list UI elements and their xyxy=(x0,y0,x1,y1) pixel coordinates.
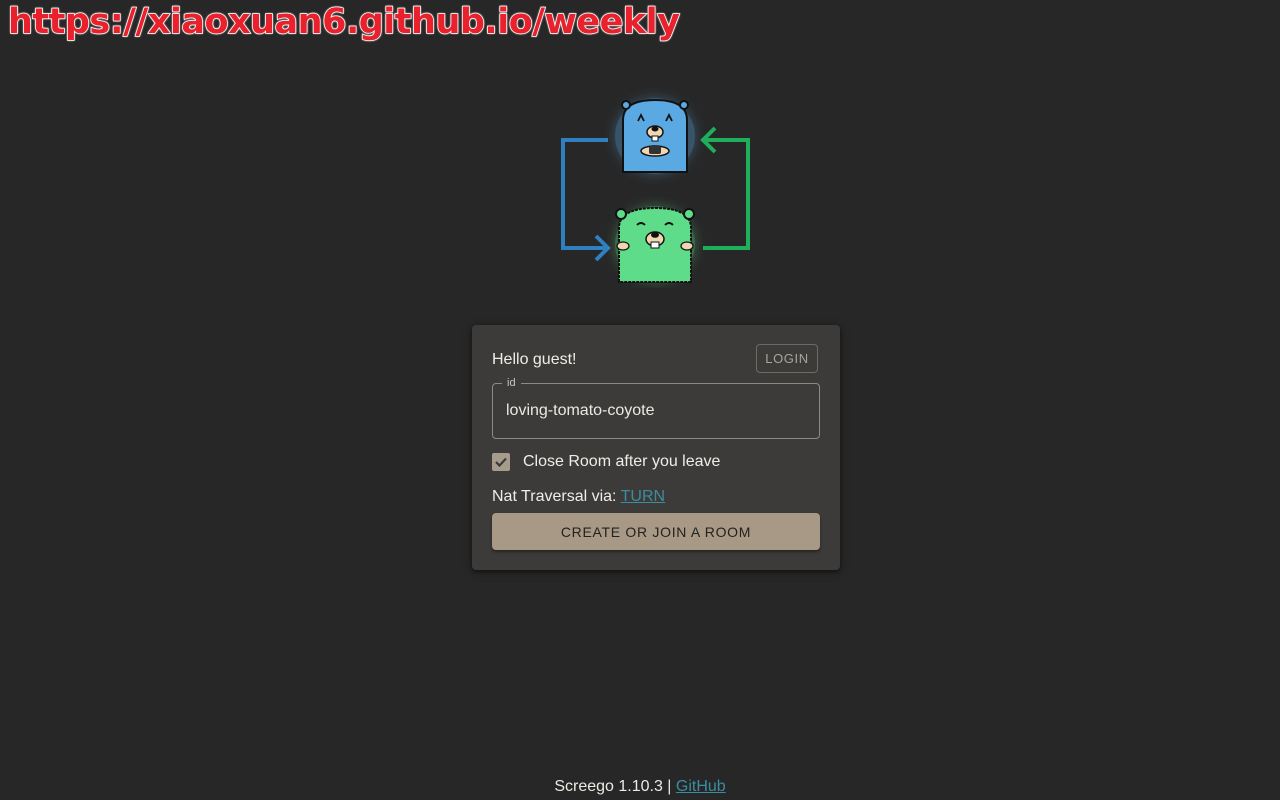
close-room-checkbox[interactable] xyxy=(492,453,510,471)
room-id-input[interactable] xyxy=(506,402,806,420)
nat-turn-link[interactable]: TURN xyxy=(621,488,665,505)
screego-logo xyxy=(555,88,755,288)
close-room-row[interactable]: Close Room after you leave xyxy=(492,453,720,471)
greeting-text: Hello guest! xyxy=(492,351,577,368)
room-card: Hello guest! LOGIN id Close Room after y… xyxy=(472,325,840,570)
blue-arrow-icon xyxy=(561,138,611,262)
green-arrow-icon xyxy=(700,126,750,250)
github-link[interactable]: GitHub xyxy=(676,778,726,795)
room-id-label: id xyxy=(502,376,521,390)
watermark-url: https://xiaoxuan6.github.io/weekly xyxy=(7,1,680,43)
room-id-field[interactable]: id xyxy=(492,376,820,439)
blue-gopher-icon xyxy=(615,98,695,174)
footer-version: Screego 1.10.3 | xyxy=(554,778,676,795)
footer: Screego 1.10.3 | GitHub xyxy=(0,778,1280,796)
green-gopher-icon xyxy=(615,206,695,283)
checkmark-icon xyxy=(495,457,507,468)
create-join-room-button[interactable]: CREATE OR JOIN A ROOM xyxy=(492,513,820,550)
nat-traversal-text: Nat Traversal via: TURN xyxy=(492,488,665,506)
close-room-label: Close Room after you leave xyxy=(523,453,721,470)
login-button[interactable]: LOGIN xyxy=(756,344,818,373)
nat-traversal-prefix: Nat Traversal via: xyxy=(492,488,621,505)
